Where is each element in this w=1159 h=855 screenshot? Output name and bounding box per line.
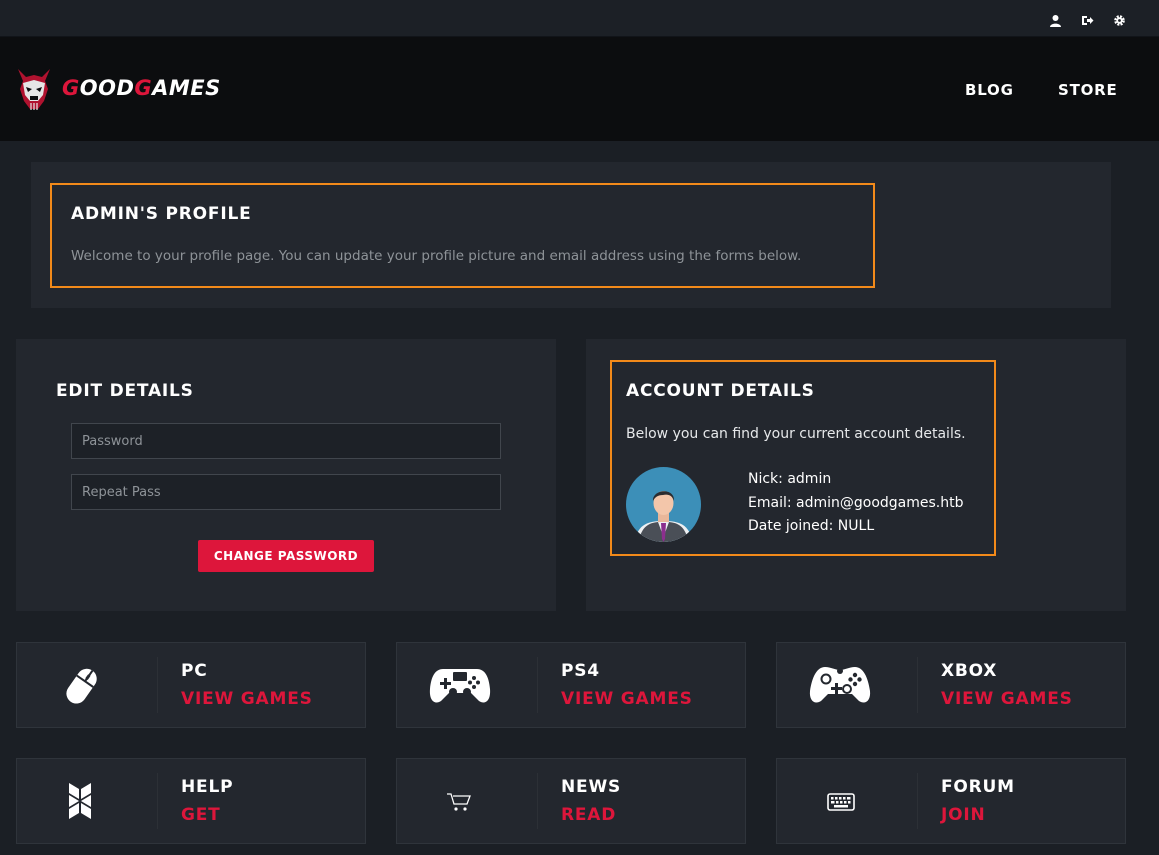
edit-details-title: EDIT DETAILS bbox=[56, 381, 194, 401]
tile-ps4-action[interactable]: VIEW GAMES bbox=[561, 689, 693, 709]
tile-help-action[interactable]: GET bbox=[181, 805, 221, 825]
profile-title: ADMIN'S PROFILE bbox=[71, 204, 252, 224]
change-password-button[interactable]: CHANGE PASSWORD bbox=[198, 540, 374, 572]
password-input[interactable] bbox=[71, 423, 501, 459]
tile-ps4[interactable]: PS4 VIEW GAMES bbox=[396, 642, 746, 728]
account-date-joined: Date joined: NULL bbox=[748, 518, 875, 534]
tile-ps4-title: PS4 bbox=[561, 661, 600, 681]
tile-xbox-action[interactable]: VIEW GAMES bbox=[941, 689, 1073, 709]
ps4-controller-icon bbox=[429, 665, 491, 711]
tile-news-action[interactable]: READ bbox=[561, 805, 616, 825]
gear-icon[interactable] bbox=[1113, 12, 1126, 26]
nav-store[interactable]: STORE bbox=[1058, 81, 1118, 99]
site-logo[interactable]: GOODGAMES bbox=[14, 65, 220, 113]
cart-icon bbox=[445, 791, 473, 817]
top-bar bbox=[0, 0, 1159, 37]
tile-pc[interactable]: PC VIEW GAMES bbox=[16, 642, 366, 728]
tile-pc-title: PC bbox=[181, 661, 208, 681]
help-icon bbox=[65, 779, 95, 827]
tile-news[interactable]: NEWS READ bbox=[396, 758, 746, 844]
tile-xbox[interactable]: XBOX VIEW GAMES bbox=[776, 642, 1126, 728]
tile-forum-title: FORUM bbox=[941, 777, 1015, 797]
tile-pc-action[interactable]: VIEW GAMES bbox=[181, 689, 313, 709]
account-details-title: ACCOUNT DETAILS bbox=[626, 381, 815, 401]
tile-news-title: NEWS bbox=[561, 777, 622, 797]
xbox-controller-icon bbox=[809, 663, 871, 711]
tile-help-title: HELP bbox=[181, 777, 234, 797]
demon-logo-icon bbox=[18, 69, 50, 110]
keyboard-icon bbox=[827, 793, 855, 815]
mouse-icon bbox=[57, 663, 105, 715]
account-subtitle: Below you can find your current account … bbox=[626, 426, 966, 442]
avatar bbox=[626, 467, 701, 542]
tile-xbox-title: XBOX bbox=[941, 661, 998, 681]
tile-forum[interactable]: FORUM JOIN bbox=[776, 758, 1126, 844]
nav-blog[interactable]: BLOG bbox=[965, 81, 1014, 99]
profile-highlight bbox=[50, 183, 875, 288]
account-email: Email: admin@goodgames.htb bbox=[748, 495, 964, 511]
logout-icon[interactable] bbox=[1081, 12, 1094, 25]
repeat-password-input[interactable] bbox=[71, 474, 501, 510]
site-header: GOODGAMES BLOG STORE bbox=[0, 37, 1159, 141]
logo-wordmark: GOODGAMES bbox=[62, 76, 221, 100]
account-nick: Nick: admin bbox=[748, 471, 832, 487]
user-icon[interactable] bbox=[1049, 12, 1062, 27]
profile-welcome-text: Welcome to your profile page. You can up… bbox=[71, 248, 802, 264]
tile-help[interactable]: HELP GET bbox=[16, 758, 366, 844]
tile-forum-action[interactable]: JOIN bbox=[941, 805, 986, 825]
